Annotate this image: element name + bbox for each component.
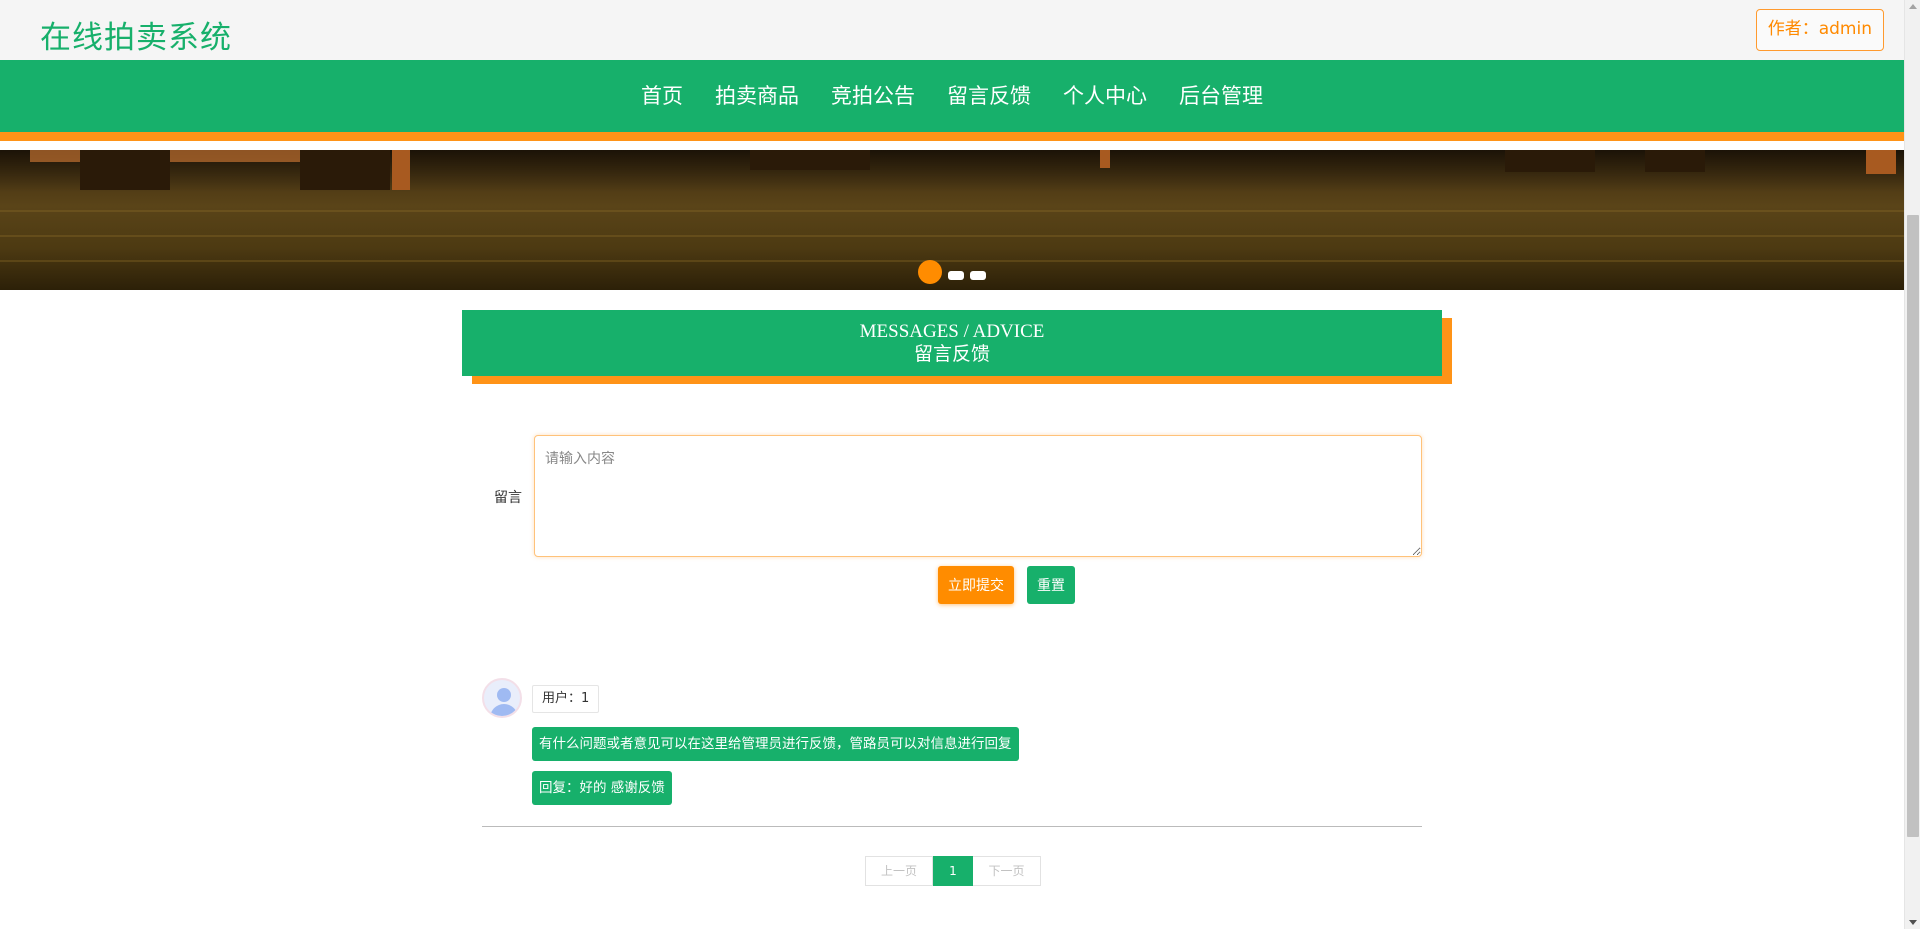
- banner-carousel[interactable]: [0, 150, 1904, 290]
- scroll-down-arrow-icon[interactable]: [1909, 920, 1917, 925]
- carousel-dot-active[interactable]: [918, 260, 942, 284]
- author-badge[interactable]: 作者：admin: [1755, 9, 1884, 51]
- nav-item-home[interactable]: 首页: [625, 60, 699, 132]
- nav-item-user-center[interactable]: 个人中心: [1047, 60, 1163, 132]
- pagination: 上一页 1 下一页: [865, 856, 1041, 886]
- main-nav: 首页 拍卖商品 竞拍公告 留言反馈 个人中心 后台管理: [0, 60, 1904, 141]
- section-title-en: MESSAGES / ADVICE: [859, 321, 1045, 342]
- avatar-head: [497, 688, 511, 702]
- top-bar: 在线拍卖系统 作者：admin: [0, 0, 1904, 60]
- section-header: MESSAGES / ADVICE 留言反馈: [462, 310, 1442, 376]
- message-content: 有什么问题或者意见可以在这里给管理员进行反馈，管路员可以对信息进行回复: [532, 727, 1019, 761]
- message-textarea[interactable]: [534, 435, 1422, 557]
- divider: [482, 826, 1422, 827]
- banner-pier: [750, 150, 870, 170]
- message-reply: 回复：好的 感谢反馈: [532, 771, 672, 805]
- reset-button[interactable]: 重置: [1027, 566, 1075, 604]
- banner-ripple: [0, 235, 1904, 237]
- site-title[interactable]: 在线拍卖系统: [40, 12, 232, 57]
- carousel-dot[interactable]: [970, 270, 986, 280]
- banner-ripple: [0, 210, 1904, 212]
- carousel-indicators: [918, 260, 986, 284]
- nav-item-feedback[interactable]: 留言反馈: [931, 60, 1047, 132]
- banner-pier: [1866, 150, 1896, 174]
- carousel-dot[interactable]: [948, 270, 964, 280]
- avatar-body: [490, 704, 518, 716]
- vertical-scrollbar[interactable]: [1904, 0, 1920, 929]
- nav-item-auction-goods[interactable]: 拍卖商品: [699, 60, 815, 132]
- message-user: 用户：1: [532, 685, 600, 713]
- banner-pier: [1645, 150, 1705, 172]
- user-avatar-icon: [482, 678, 522, 718]
- banner-pier: [1100, 150, 1110, 168]
- nav-list: 首页 拍卖商品 竞拍公告 留言反馈 个人中心 后台管理: [0, 60, 1904, 132]
- prev-page-button[interactable]: 上一页: [865, 856, 933, 886]
- banner-pier: [300, 150, 390, 190]
- banner-pier: [80, 150, 170, 190]
- banner-pier: [392, 150, 410, 190]
- message-label: 留言: [494, 490, 522, 506]
- next-page-button[interactable]: 下一页: [973, 856, 1041, 886]
- submit-button[interactable]: 立即提交: [938, 566, 1014, 604]
- section-title-cn: 留言反馈: [913, 343, 990, 365]
- nav-item-admin[interactable]: 后台管理: [1163, 60, 1279, 132]
- scroll-up-arrow-icon[interactable]: [1909, 4, 1917, 9]
- current-page[interactable]: 1: [933, 856, 973, 886]
- banner-pier: [1505, 150, 1595, 172]
- nav-item-bid-notices[interactable]: 竞拍公告: [815, 60, 931, 132]
- scroll-thumb[interactable]: [1907, 215, 1919, 837]
